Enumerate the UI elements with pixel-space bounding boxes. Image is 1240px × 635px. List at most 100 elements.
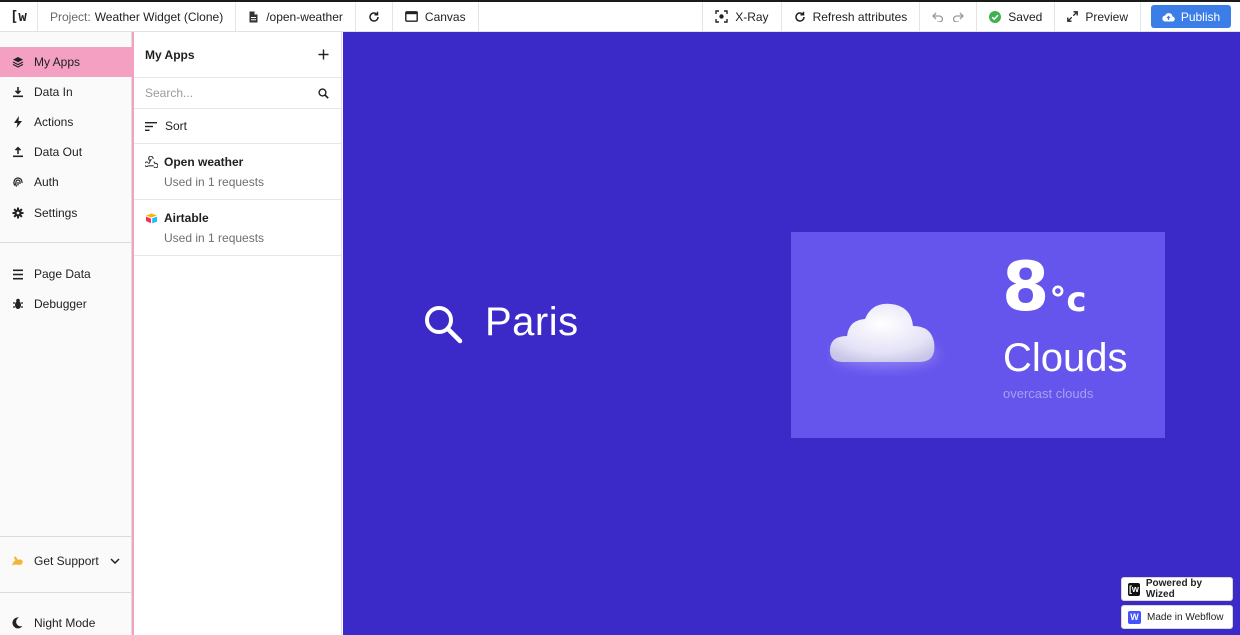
refresh-label: Refresh attributes xyxy=(812,9,908,24)
chevron-down-icon xyxy=(110,558,120,564)
preview-canvas: Paris 8 °c Clouds overcast clouds [w Pow… xyxy=(343,32,1240,635)
airtable-logo-icon xyxy=(145,213,158,224)
apps-panel-title: My Apps xyxy=(145,47,195,62)
page-selector[interactable]: /open-weather xyxy=(236,2,356,31)
left-navigation: My Apps Data In Actions Data Out Auth Se… xyxy=(0,32,132,635)
publish-button[interactable]: Publish xyxy=(1151,5,1231,28)
made-in-webflow-badge[interactable]: W Made in Webflow xyxy=(1121,605,1233,629)
city-name[interactable]: Paris xyxy=(485,300,579,345)
add-app-button[interactable] xyxy=(318,49,329,60)
weather-condition: Clouds xyxy=(1003,336,1128,380)
list-icon xyxy=(11,268,24,281)
nav-item-data-out[interactable]: Data Out xyxy=(0,137,132,167)
wized-logo-icon: [w xyxy=(1128,582,1140,596)
preview-button[interactable]: Preview xyxy=(1055,2,1141,31)
nav-label-actions: Actions xyxy=(34,115,74,129)
nav-item-auth[interactable]: Auth xyxy=(0,167,132,197)
nav-item-debugger[interactable]: Debugger xyxy=(0,289,132,319)
check-circle-icon xyxy=(989,10,1002,23)
refresh-attributes-button[interactable]: Refresh attributes xyxy=(782,2,921,31)
preview-label: Preview xyxy=(1085,9,1128,24)
reload-icon xyxy=(368,11,380,23)
nav-item-data-in[interactable]: Data In xyxy=(0,77,132,107)
undo-redo-group xyxy=(920,2,978,31)
city-search[interactable]: Paris xyxy=(423,300,579,345)
moon-icon xyxy=(11,617,24,630)
saved-label: Saved xyxy=(1008,9,1043,24)
temperature: 8 °c xyxy=(1002,254,1086,322)
fingerprint-icon xyxy=(11,176,24,189)
nav-label-data-in: Data In xyxy=(34,85,73,99)
nav-item-actions[interactable]: Actions xyxy=(0,107,132,137)
canvas-toggle[interactable]: Canvas xyxy=(393,2,479,31)
project-selector[interactable]: Project: Weather Widget (Clone) xyxy=(38,2,237,31)
canvas-label: Canvas xyxy=(424,9,466,24)
weather-card: 8 °c Clouds overcast clouds xyxy=(791,232,1165,438)
nav-label-auth: Auth xyxy=(34,175,59,189)
toolbar-spacer xyxy=(479,2,704,31)
nav-label-debugger: Debugger xyxy=(34,297,87,311)
window-icon xyxy=(405,11,418,22)
wized-logo[interactable]: [w xyxy=(0,2,38,31)
search-icon[interactable] xyxy=(318,87,329,99)
page-path: /open-weather xyxy=(266,9,343,24)
expand-icon xyxy=(1067,11,1079,22)
nav-divider xyxy=(0,242,132,243)
xray-button[interactable]: X-Ray xyxy=(703,2,782,31)
apps-panel-header: My Apps xyxy=(134,32,341,78)
get-support-label: Get Support xyxy=(34,554,99,568)
bug-icon xyxy=(11,298,24,311)
search-icon[interactable] xyxy=(423,304,463,344)
nav-divider-bottom xyxy=(0,536,132,537)
upload-icon xyxy=(11,146,24,159)
top-toolbar: [w Project: Weather Widget (Clone) /open… xyxy=(0,0,1240,32)
project-name: Weather Widget (Clone) xyxy=(94,9,224,24)
cloud-icon xyxy=(827,298,947,378)
apps-search xyxy=(134,78,341,109)
app-card-title: Airtable xyxy=(145,211,341,225)
publish-wrap: Publish xyxy=(1141,2,1240,31)
redo-icon[interactable] xyxy=(952,12,965,22)
get-support-button[interactable]: Get Support xyxy=(0,546,132,576)
nav-item-settings[interactable]: Settings xyxy=(0,198,132,228)
reload-button[interactable] xyxy=(356,2,393,31)
app-card-title: Open weather xyxy=(145,155,341,169)
webflow-badge-label: Made in Webflow xyxy=(1147,611,1224,623)
file-icon xyxy=(248,11,259,23)
sort-label: Sort xyxy=(165,119,188,133)
webflow-logo-icon: W xyxy=(1128,610,1141,624)
nav-label-page-data: Page Data xyxy=(34,267,91,281)
save-status: Saved xyxy=(977,2,1056,31)
app-usage-open-weather: Used in 1 requests xyxy=(164,175,265,189)
night-mode-label: Night Mode xyxy=(34,616,96,630)
plus-icon xyxy=(318,49,329,60)
nav-label-my-apps: My Apps xyxy=(34,55,81,69)
gear-icon xyxy=(11,207,24,220)
powered-by-wized-badge[interactable]: [w Powered by Wized xyxy=(1121,577,1233,601)
xray-icon xyxy=(715,10,728,23)
flexed-arm-icon xyxy=(11,555,24,568)
nav-item-page-data[interactable]: Page Data xyxy=(0,259,132,289)
download-icon xyxy=(11,86,24,99)
layers-icon xyxy=(11,56,24,69)
app-card-airtable[interactable]: Airtable Used in 1 requests xyxy=(134,200,341,256)
search-input[interactable] xyxy=(145,86,305,100)
apps-panel: My Apps Sort Open weather Used in 1 requ… xyxy=(134,32,342,635)
wized-badge-label: Powered by Wized xyxy=(1145,578,1203,600)
nav-label-settings: Settings xyxy=(34,206,78,220)
webhook-icon xyxy=(145,156,158,168)
nav-item-my-apps[interactable]: My Apps xyxy=(0,47,132,77)
project-label: Project: xyxy=(50,9,91,24)
app-name-open-weather: Open weather xyxy=(164,155,244,169)
app-name-airtable: Airtable xyxy=(164,211,209,225)
sort-button[interactable]: Sort xyxy=(134,109,341,144)
app-card-open-weather[interactable]: Open weather Used in 1 requests xyxy=(134,144,341,200)
app-usage-airtable: Used in 1 requests xyxy=(164,231,265,245)
temperature-value: 8 xyxy=(1002,248,1050,327)
sort-icon xyxy=(145,121,157,131)
night-mode-toggle[interactable]: Night Mode xyxy=(0,608,132,635)
undo-icon[interactable] xyxy=(932,12,944,22)
weather-description: overcast clouds xyxy=(1003,386,1094,401)
xray-label: X-Ray xyxy=(735,9,769,24)
publish-label: Publish xyxy=(1180,9,1221,24)
